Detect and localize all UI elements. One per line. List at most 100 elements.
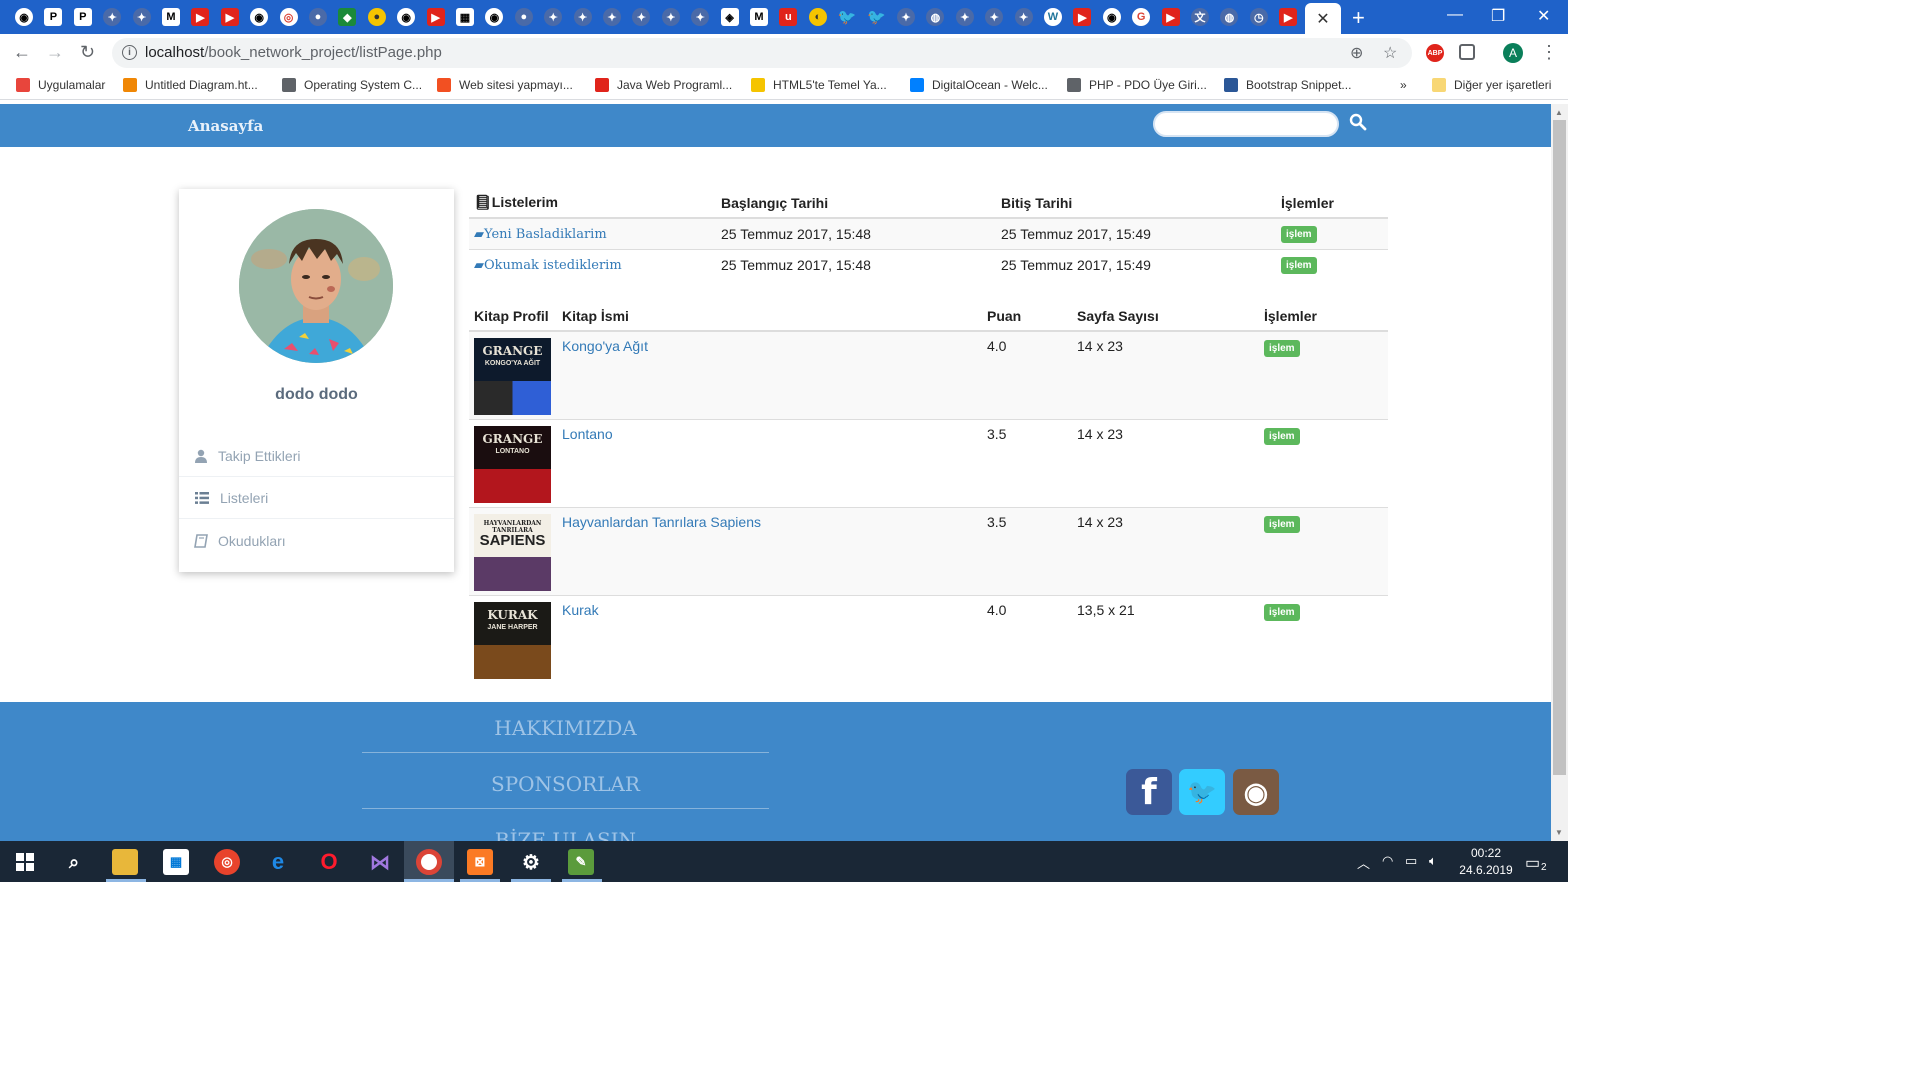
store-icon[interactable]: ▦: [163, 849, 189, 875]
tab-favicon-icon[interactable]: ◐: [808, 8, 827, 26]
list-link[interactable]: ▰Okumak istediklerim: [474, 258, 622, 273]
tab-favicon-icon[interactable]: ✦: [632, 8, 651, 26]
volume-icon[interactable]: 🔈︎: [1429, 853, 1437, 869]
bookmark-item[interactable]: Java Web Programl...: [595, 78, 732, 92]
search-input[interactable]: [1153, 111, 1339, 137]
new-tab-button[interactable]: +: [1352, 5, 1365, 31]
tab-favicon-icon[interactable]: u: [779, 8, 798, 26]
facebook-icon[interactable]: f: [1126, 769, 1172, 815]
opera-icon[interactable]: O: [316, 849, 342, 875]
tab-favicon-icon[interactable]: 🐦: [867, 8, 886, 26]
action-button[interactable]: işlem: [1264, 603, 1300, 621]
xampp-icon[interactable]: ⊠: [467, 849, 493, 875]
bookmark-item[interactable]: PHP - PDO Üye Giri...: [1067, 78, 1207, 92]
tab-favicon-icon[interactable]: ◎: [279, 8, 298, 26]
tab-favicon-icon[interactable]: ▶: [426, 8, 445, 26]
bookmark-item[interactable]: Web sitesi yapmayı...: [437, 78, 573, 92]
tab-favicon-icon[interactable]: ✦: [1014, 8, 1033, 26]
taskbar-clock[interactable]: 00:22 24.6.2019: [1455, 845, 1517, 879]
settings-gear-icon[interactable]: ⚙: [518, 849, 544, 875]
action-button[interactable]: işlem: [1264, 515, 1300, 533]
action-button[interactable]: işlem: [1281, 226, 1317, 244]
book-title-link[interactable]: Hayvanlardan Tanrılara Sapiens: [562, 514, 761, 530]
tab-favicon-icon[interactable]: ▶: [1161, 8, 1180, 26]
file-explorer-icon[interactable]: [112, 849, 138, 875]
bookmark-item[interactable]: Untitled Diagram.ht...: [123, 78, 258, 92]
tab-favicon-icon[interactable]: ✦: [573, 8, 592, 26]
menu-kebab-icon[interactable]: ⋮: [1540, 42, 1558, 63]
bookmark-item[interactable]: Operating System C...: [282, 78, 422, 92]
bookmark-item[interactable]: Bootstrap Snippet...: [1224, 78, 1351, 92]
windows-start-icon[interactable]: [12, 849, 38, 875]
bookmark-item[interactable]: DigitalOcean - Welc...: [910, 78, 1048, 92]
visual-studio-icon[interactable]: ⋈: [367, 849, 393, 875]
tab-favicon-icon[interactable]: ●: [309, 8, 327, 26]
tab-favicon-icon[interactable]: ◷: [1249, 8, 1268, 26]
tab-favicon-icon[interactable]: ◉: [15, 8, 33, 26]
wifi-icon[interactable]: ◠: [1382, 853, 1393, 869]
book-cover-image[interactable]: KURAK JANE HARPER: [474, 601, 551, 679]
profile-avatar[interactable]: A: [1503, 43, 1523, 63]
close-tab-icon[interactable]: ✕: [1316, 9, 1329, 29]
restore-icon[interactable]: ❐: [1491, 6, 1505, 26]
tab-favicon-icon[interactable]: ◉: [250, 8, 269, 26]
bookmarks-overflow[interactable]: »: [1400, 78, 1407, 92]
bookmark-item[interactable]: Uygulamalar: [16, 78, 105, 92]
battery-icon[interactable]: ▭: [1405, 853, 1417, 869]
tab-favicon-icon[interactable]: 🐦: [838, 8, 857, 26]
reload-icon[interactable]: ↻: [80, 42, 95, 63]
book-cover-image[interactable]: HAYVANLARDAN TANRILARA SAPIENS: [474, 513, 551, 591]
notifications-icon[interactable]: ▭: [1525, 853, 1540, 873]
edge-icon[interactable]: e: [265, 849, 291, 875]
page-scrollbar[interactable]: ▲ ▼: [1551, 104, 1568, 841]
chrome-icon[interactable]: [416, 849, 442, 875]
other-bookmarks[interactable]: Diğer yer işaretleri: [1432, 78, 1551, 92]
tab-favicon-icon[interactable]: M: [750, 8, 768, 26]
menu-item-lists[interactable]: Listeleri: [179, 478, 454, 519]
search-taskbar-icon[interactable]: ⌕: [61, 849, 87, 875]
extension-icon[interactable]: [1459, 44, 1475, 60]
instagram-icon[interactable]: ◉: [1233, 769, 1279, 815]
tab-favicon-icon[interactable]: W: [1044, 8, 1062, 26]
scroll-down-arrow-icon[interactable]: ▼: [1555, 828, 1563, 837]
tab-favicon-icon[interactable]: ✦: [603, 8, 621, 26]
tab-favicon-icon[interactable]: ▶: [220, 8, 239, 26]
adblock-extension-icon[interactable]: ABP: [1426, 44, 1444, 62]
home-link[interactable]: Anasayfa: [188, 117, 263, 135]
info-icon[interactable]: i: [122, 45, 137, 60]
tab-favicon-icon[interactable]: P: [44, 8, 63, 26]
book-cover-image[interactable]: GRANGE KONGO'YA AĞIT: [474, 338, 551, 415]
twitter-icon[interactable]: 🐦: [1179, 769, 1225, 815]
forward-arrow-icon[interactable]: →: [46, 42, 64, 63]
tab-favicon-icon[interactable]: ✦: [103, 8, 122, 26]
action-button[interactable]: işlem: [1281, 257, 1317, 275]
tab-favicon-icon[interactable]: ✦: [661, 8, 680, 26]
tab-favicon-icon[interactable]: ◍: [1220, 8, 1239, 26]
tab-favicon-icon[interactable]: ✦: [544, 8, 563, 26]
tab-favicon-icon[interactable]: ✦: [897, 8, 915, 26]
tab-favicon-icon[interactable]: ●: [367, 8, 386, 26]
url-text[interactable]: localhost/book_network_project/listPage.…: [145, 44, 442, 61]
snip-icon[interactable]: ◎: [214, 849, 240, 875]
tab-favicon-icon[interactable]: ●: [514, 8, 533, 26]
tab-favicon-icon[interactable]: ▦: [456, 8, 474, 26]
tab-favicon-icon[interactable]: ▶: [1279, 8, 1298, 26]
tab-favicon-icon[interactable]: ✦: [132, 8, 151, 26]
book-title-link[interactable]: Kurak: [562, 602, 599, 618]
tray-chevron-icon[interactable]: ︿: [1357, 853, 1370, 872]
tab-favicon-icon[interactable]: ✦: [985, 8, 1004, 26]
close-window-icon[interactable]: ✕: [1537, 6, 1550, 26]
tab-favicon-icon[interactable]: G: [1132, 8, 1151, 26]
back-arrow-icon[interactable]: ←: [13, 42, 31, 63]
book-cover-image[interactable]: GRANGE LONTANO: [474, 425, 551, 503]
menu-item-read[interactable]: Okudukları: [179, 520, 454, 561]
scrollbar-thumb[interactable]: [1553, 120, 1566, 775]
scroll-up-arrow-icon[interactable]: ▲: [1555, 108, 1563, 117]
footer-link-contact[interactable]: BİZE ULAŞIN: [362, 828, 769, 841]
book-title-link[interactable]: Kongo'ya Ağıt: [562, 338, 648, 354]
tab-favicon-icon[interactable]: ◆: [338, 8, 357, 26]
tab-favicon-icon[interactable]: M: [162, 8, 180, 26]
tab-favicon-icon[interactable]: ◉: [397, 8, 416, 26]
tab-favicon-icon[interactable]: P: [73, 8, 92, 26]
app-icon[interactable]: ✎: [568, 849, 594, 875]
